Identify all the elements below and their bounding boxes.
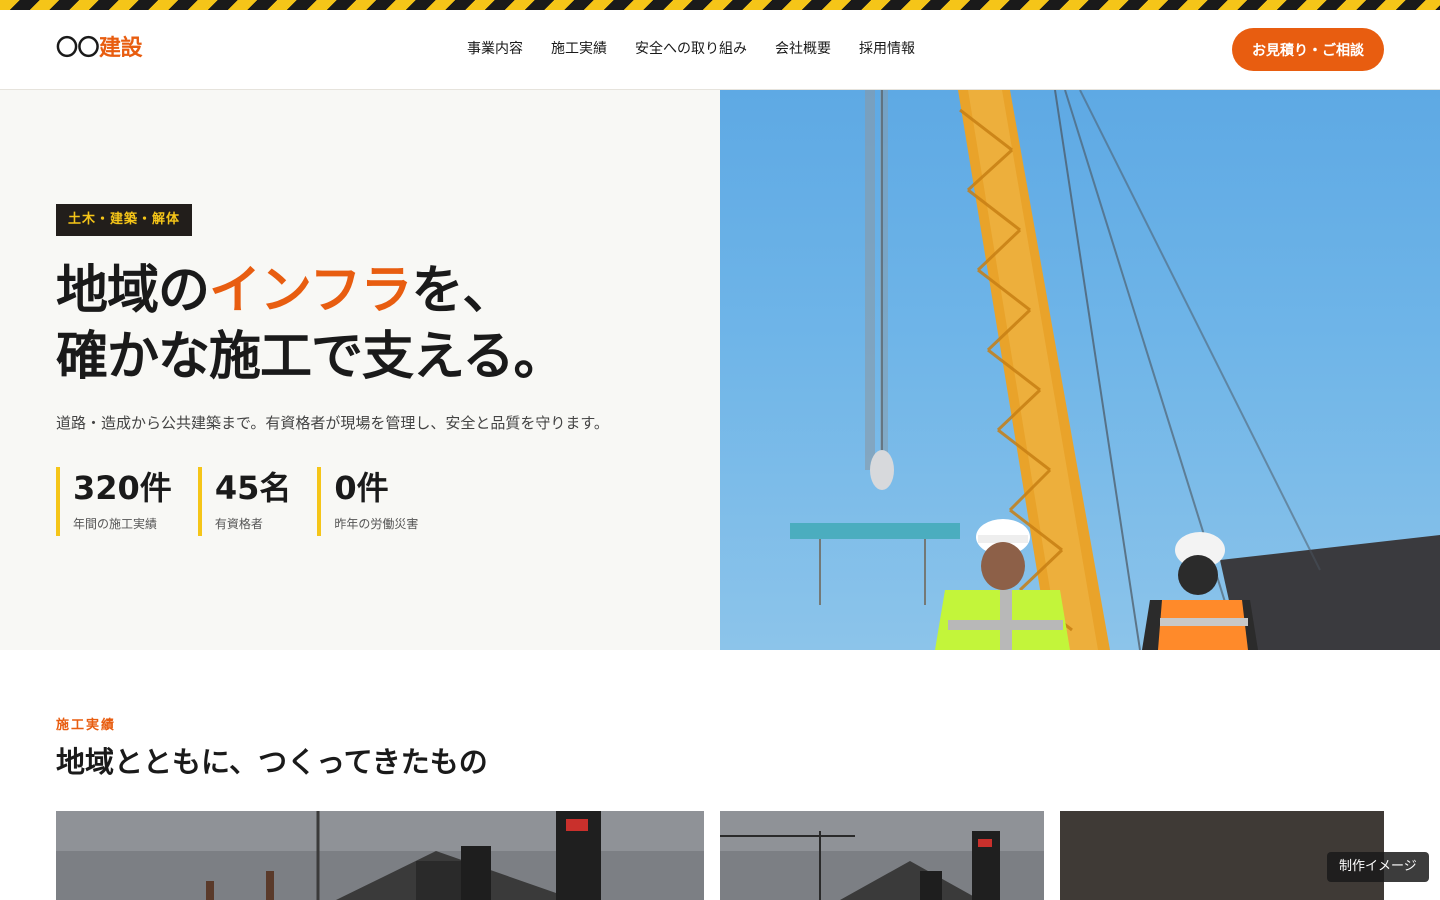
works-title: 地域とともに、つくってきたもの	[56, 745, 488, 779]
work-card-2[interactable]	[720, 811, 1044, 900]
hero-tag: 土木・建築・解体	[56, 204, 193, 236]
hero-section: 土木・建築・解体 地域のインフラを、 確かな施工で支える。 道路・造成から公共建…	[0, 90, 720, 650]
work-card-1[interactable]	[56, 811, 704, 900]
stat-value: 0件	[334, 469, 389, 507]
stat-label: 有資格者	[214, 517, 263, 531]
stat-label: 年間の施工実績	[73, 517, 158, 531]
logo-kanji: 建設	[99, 36, 143, 61]
stat-annual-works: 320件 年間の施工実績	[56, 467, 172, 536]
headline-line2: 確かな施工で支える。	[56, 327, 565, 387]
nav-item-safety[interactable]: 安全への取り組み	[635, 38, 747, 60]
hero-stats: 320件 年間の施工実績 45名 有資格者 0件 昨年の労働災害	[56, 467, 418, 536]
nav-item-works[interactable]: 施工実績	[551, 38, 607, 60]
nav-item-company[interactable]: 会社概要	[775, 38, 831, 60]
headline-prefix: 地域の	[56, 261, 210, 321]
stat-value: 45名	[214, 469, 292, 507]
headline-suffix: を、	[411, 261, 514, 321]
mockup-badge: 制作イメージ	[1327, 852, 1429, 882]
headline-accent: インフラ	[209, 261, 412, 321]
stat-qualified-staff: 45名 有資格者	[197, 467, 292, 536]
nav-item-recruit[interactable]: 採用情報	[859, 38, 915, 60]
stat-label: 昨年の労働災害	[334, 517, 419, 531]
main-nav: 事業内容 施工実績 安全への取り組み 会社概要 採用情報	[467, 38, 915, 60]
stat-accidents: 0件 昨年の労働災害	[317, 467, 418, 536]
nav-item-services[interactable]: 事業内容	[467, 38, 523, 60]
stat-value: 320件	[73, 469, 172, 507]
hero-headline: 地域のインフラを、 確かな施工で支える。	[56, 258, 565, 390]
hazard-stripe	[0, 0, 1440, 10]
logo-circles: 〇〇	[56, 36, 100, 61]
estimate-button[interactable]: お見積り・ご相談	[1232, 28, 1384, 71]
hero-lead: 道路・造成から公共建築まで。有資格者が現場を管理し、安全と品質を守ります。	[56, 414, 609, 432]
site-logo[interactable]: 〇〇建設	[56, 34, 143, 64]
hero-crane-photo	[720, 90, 1440, 650]
site-header: 〇〇建設 事業内容 施工実績 安全への取り組み 会社概要 採用情報 お見積り・ご…	[0, 10, 1440, 90]
works-eyebrow: 施工実績	[56, 718, 117, 733]
works-section: 施工実績 地域とともに、つくってきたもの	[0, 650, 1440, 900]
